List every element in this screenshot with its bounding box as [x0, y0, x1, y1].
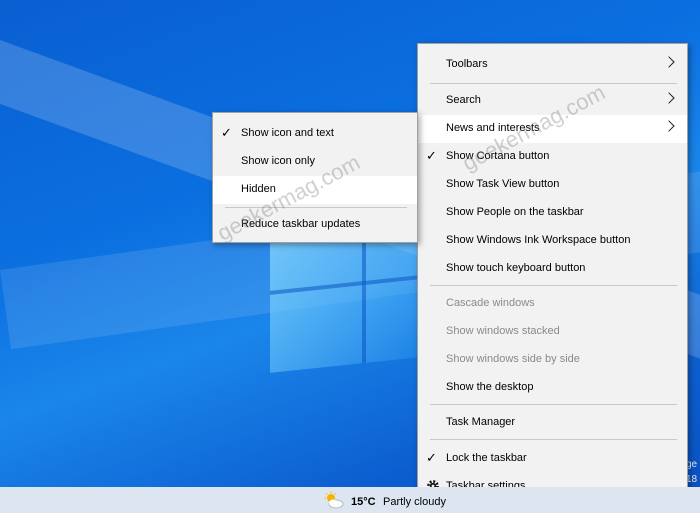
menu-item-show-cortana-button[interactable]: ✓ Show Cortana button	[418, 143, 687, 171]
menu-item-label: Task Manager	[446, 416, 516, 428]
menu-item-label: Cascade windows	[446, 297, 535, 309]
menu-item-task-manager[interactable]: Task Manager	[418, 409, 687, 437]
submenu-item-show-icon-and-text[interactable]: ✓ Show icon and text	[213, 120, 417, 148]
menu-item-label: Show windows stacked	[446, 325, 560, 337]
menu-item-label: Show icon only	[241, 155, 315, 167]
menu-item-label: Hidden	[241, 183, 276, 195]
menu-item-show-people[interactable]: Show People on the taskbar	[418, 199, 687, 227]
menu-item-lock-taskbar[interactable]: ✓ Lock the taskbar	[418, 445, 687, 473]
menu-item-label: Show People on the taskbar	[446, 206, 584, 218]
menu-item-label: Reduce taskbar updates	[241, 218, 361, 230]
menu-item-toolbars[interactable]: Toolbars	[418, 51, 687, 79]
checkmark-icon: ✓	[426, 148, 437, 163]
menu-item-label: Show icon and text	[241, 127, 334, 139]
submenu-item-show-icon-only[interactable]: Show icon only	[213, 148, 417, 176]
taskbar-context-menu: Toolbars Search News and interests ✓ Sho…	[417, 43, 688, 502]
menu-item-label: Lock the taskbar	[446, 452, 527, 464]
menu-item-label: Show the desktop	[446, 381, 534, 393]
menu-item-cascade-windows[interactable]: Cascade windows	[418, 290, 687, 318]
menu-item-label: Show touch keyboard button	[446, 262, 586, 274]
menu-item-label: Show windows side by side	[446, 353, 580, 365]
windows-logo	[270, 227, 420, 373]
menu-separator	[430, 404, 677, 405]
menu-separator	[430, 439, 677, 440]
chevron-right-icon	[663, 56, 675, 68]
checkmark-icon: ✓	[426, 450, 437, 465]
menu-item-label: Show Windows Ink Workspace button	[446, 234, 631, 246]
weather-temperature[interactable]: 15°C	[351, 496, 376, 508]
menu-item-label: News and interests	[446, 122, 540, 134]
menu-separator	[225, 207, 407, 208]
submenu-item-hidden[interactable]: Hidden	[213, 176, 417, 204]
taskbar	[0, 487, 700, 513]
menu-item-news-and-interests[interactable]: News and interests	[418, 115, 687, 143]
weather-condition[interactable]: Partly cloudy	[383, 496, 446, 508]
menu-item-label: Show Task View button	[446, 178, 560, 190]
menu-separator	[430, 285, 677, 286]
menu-item-show-task-view-button[interactable]: Show Task View button	[418, 171, 687, 199]
menu-item-show-windows-ink[interactable]: Show Windows Ink Workspace button	[418, 227, 687, 255]
chevron-right-icon	[663, 92, 675, 104]
menu-separator	[430, 83, 677, 84]
news-and-interests-submenu: ✓ Show icon and text Show icon only Hidd…	[212, 112, 418, 243]
menu-item-label: Search	[446, 94, 481, 106]
menu-item-label: Toolbars	[446, 58, 488, 70]
partly-cloudy-icon[interactable]	[323, 491, 345, 509]
submenu-item-reduce-taskbar-updates[interactable]: Reduce taskbar updates	[213, 211, 417, 239]
checkmark-icon: ✓	[221, 125, 232, 140]
menu-item-windows-stacked[interactable]: Show windows stacked	[418, 318, 687, 346]
menu-item-show-desktop[interactable]: Show the desktop	[418, 374, 687, 402]
menu-item-windows-side-by-side[interactable]: Show windows side by side	[418, 346, 687, 374]
menu-item-show-touch-keyboard[interactable]: Show touch keyboard button	[418, 255, 687, 283]
chevron-right-icon	[663, 120, 675, 132]
menu-item-label: Show Cortana button	[446, 150, 550, 162]
menu-item-search[interactable]: Search	[418, 87, 687, 115]
